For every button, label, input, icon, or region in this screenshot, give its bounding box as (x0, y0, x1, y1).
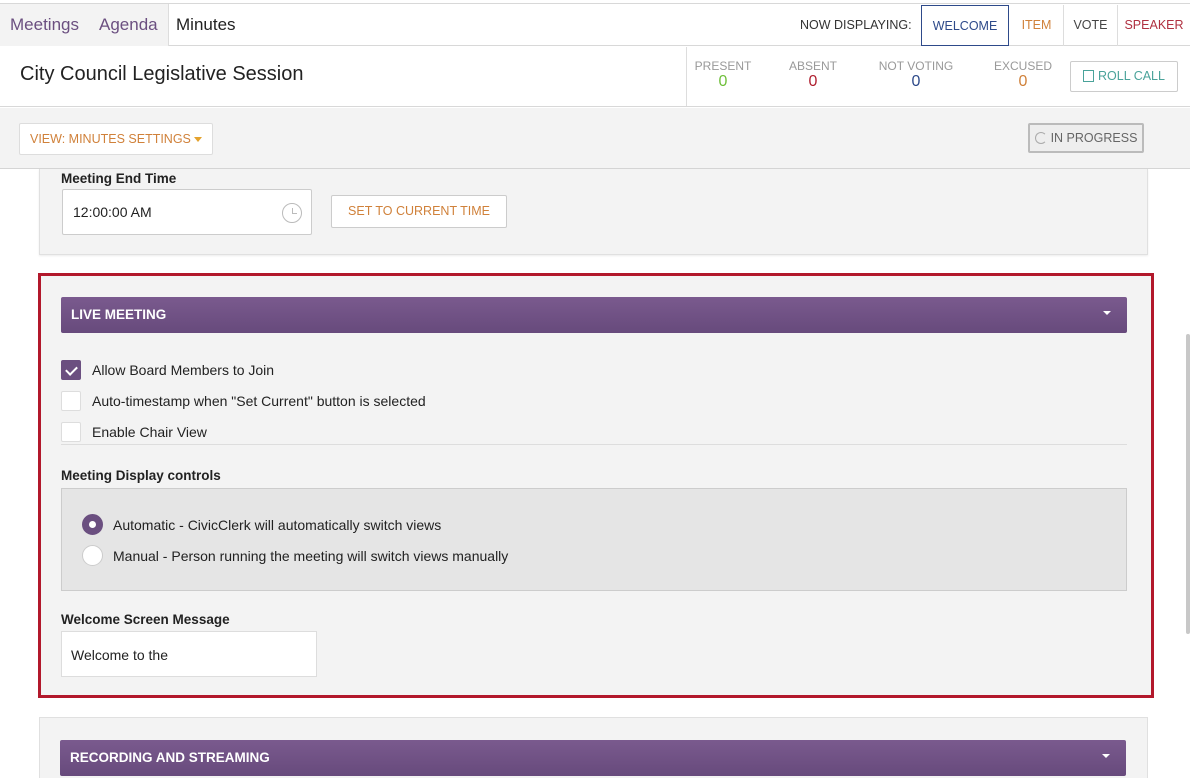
display-item-button[interactable]: ITEM (1010, 5, 1064, 46)
stat-not-voting-value: 0 (911, 73, 921, 90)
stat-not-voting: NOT VOTING 0 (871, 59, 961, 91)
stat-excused-label: EXCUSED (993, 59, 1052, 73)
caret-down-icon (1103, 311, 1111, 315)
automatic-label: Automatic - CivicClerk will automaticall… (113, 517, 442, 533)
stat-present: PRESENT 0 (687, 59, 759, 91)
enable-chair-view-label: Enable Chair View (92, 424, 207, 440)
stat-absent: ABSENT 0 (777, 59, 849, 91)
stat-excused-value: 0 (1018, 73, 1028, 90)
roll-call-button[interactable]: ROLL CALL (1070, 61, 1178, 92)
display-controls-label: Meeting Display controls (61, 468, 221, 483)
tab-minutes[interactable]: Minutes (166, 4, 246, 46)
stat-not-voting-label: NOT VOTING (878, 59, 954, 73)
top-navigation: Meetings Agenda Minutes NOW DISPLAYING: … (0, 3, 1190, 46)
title-row: City Council Legislative Session PRESENT… (0, 47, 1190, 107)
automatic-radio[interactable] (82, 514, 103, 535)
display-controls-group: Automatic - CivicClerk will automaticall… (61, 488, 1127, 591)
live-meeting-panel: LIVE MEETING Allow Board Members to Join… (41, 276, 1151, 695)
now-displaying-label: NOW DISPLAYING: (800, 18, 912, 32)
stat-excused: EXCUSED 0 (987, 59, 1059, 91)
manual-label: Manual - Person running the meeting will… (113, 548, 509, 564)
stat-absent-value: 0 (808, 73, 818, 90)
stat-present-value: 0 (718, 73, 728, 90)
recording-card: RECORDING AND STREAMING (39, 717, 1148, 778)
live-meeting-title: LIVE MEETING (71, 307, 167, 322)
divider (61, 444, 1127, 445)
auto-timestamp-checkbox[interactable] (61, 391, 81, 411)
display-welcome-button[interactable]: WELCOME (921, 5, 1009, 46)
page-title: City Council Legislative Session (20, 63, 304, 85)
caret-down-icon (1102, 754, 1110, 758)
live-meeting-highlight: LIVE MEETING Allow Board Members to Join… (38, 273, 1154, 698)
meeting-end-time-input[interactable]: 12:00:00 AM (62, 189, 312, 235)
main-content: Meeting End Time 12:00:00 AM SET TO CURR… (0, 169, 1190, 778)
allow-board-members-checkbox[interactable] (61, 360, 81, 380)
status-badge: IN PROGRESS (1028, 123, 1144, 153)
recording-title: RECORDING AND STREAMING (70, 750, 270, 765)
scrollbar[interactable] (1186, 334, 1190, 634)
auto-timestamp-label: Auto-timestamp when "Set Current" button… (92, 393, 426, 409)
display-speaker-button[interactable]: SPEAKER (1118, 5, 1190, 46)
recording-header[interactable]: RECORDING AND STREAMING (60, 740, 1126, 776)
caret-down-icon (194, 137, 202, 142)
clock-icon[interactable] (282, 203, 302, 223)
welcome-message-input[interactable]: Welcome to the (61, 631, 317, 677)
tab-meetings[interactable]: Meetings (0, 4, 90, 46)
allow-board-members-label: Allow Board Members to Join (92, 362, 275, 378)
meeting-end-time-value: 12:00:00 AM (73, 204, 152, 220)
tab-agenda[interactable]: Agenda (89, 4, 169, 46)
welcome-message-label: Welcome Screen Message (61, 612, 230, 627)
spinner-icon (1034, 132, 1047, 144)
live-meeting-header[interactable]: LIVE MEETING (61, 297, 1127, 333)
display-vote-button[interactable]: VOTE (1064, 5, 1118, 46)
enable-chair-view-checkbox[interactable] (61, 422, 81, 442)
meeting-end-time-label: Meeting End Time (61, 171, 177, 186)
document-icon (1083, 70, 1095, 82)
roll-call-label: ROLL CALL (1098, 69, 1165, 83)
view-select[interactable]: VIEW: MINUTES SETTINGS (19, 123, 213, 155)
view-select-label: VIEW: MINUTES SETTINGS (30, 132, 191, 146)
meeting-end-card: Meeting End Time 12:00:00 AM SET TO CURR… (39, 169, 1148, 255)
set-to-current-time-button[interactable]: SET TO CURRENT TIME (331, 195, 507, 228)
attendance-stats: PRESENT 0 ABSENT 0 NOT VOTING 0 EXCUSED … (686, 47, 1190, 106)
manual-radio[interactable] (82, 545, 103, 566)
toolbar: VIEW: MINUTES SETTINGS IN PROGRESS (0, 108, 1190, 169)
stat-absent-label: ABSENT (788, 59, 837, 73)
status-label: IN PROGRESS (1050, 131, 1138, 145)
stat-present-label: PRESENT (694, 59, 752, 73)
